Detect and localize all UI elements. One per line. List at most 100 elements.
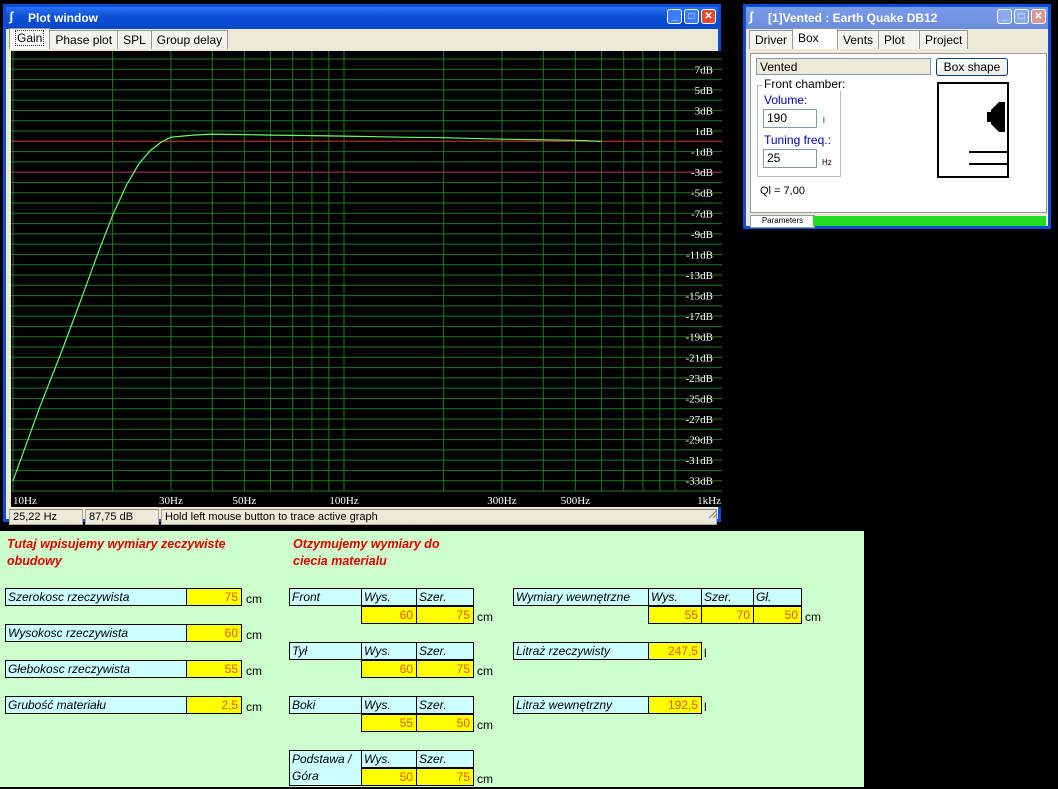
tab-box[interactable]: Box — [792, 28, 838, 49]
y-tick-label: -7dB — [691, 208, 713, 220]
gain-curve — [12, 133, 602, 481]
base-top-label-line-1: Podstawa / — [292, 752, 352, 766]
width-input[interactable]: 75 — [186, 588, 242, 606]
status-level: 87,75 dB — [85, 509, 159, 525]
tab-phase-plot[interactable]: Phase plot — [49, 30, 119, 49]
y-tick-label: -11dB — [686, 249, 713, 261]
minimize-button[interactable]: _ — [997, 9, 1012, 24]
y-tick-label: -23dB — [686, 373, 714, 385]
tuning-freq-input[interactable]: 25 — [763, 149, 817, 168]
back-label: Tył — [289, 642, 362, 660]
tuning-freq-unit: Hz — [822, 158, 832, 167]
y-tick-label: -9dB — [691, 229, 713, 241]
status-bar: 25,22 Hz 87,75 dB Hold left mouse button… — [9, 509, 721, 525]
x-tick-label: 100Hz — [329, 495, 358, 507]
y-tick-label: 7dB — [695, 64, 713, 76]
y-tick-label: -33dB — [686, 476, 714, 488]
maximize-button[interactable]: □ — [1014, 9, 1029, 24]
internal-gl-value: 50 — [753, 606, 802, 624]
base-unit: cm — [477, 772, 493, 786]
internal-dims-label: Wymiary wewnętrzne — [513, 588, 649, 606]
plot-window-title: Plot window — [28, 11, 98, 25]
internal-szer-header: Szer. — [701, 588, 754, 606]
calculation-sheet: Tutaj wpisujemy wymiary zeczywiste obudo… — [0, 531, 864, 787]
y-tick-label: 5dB — [695, 85, 713, 97]
internal-unit: cm — [805, 610, 821, 624]
front-szer-header: Szer. — [416, 588, 474, 606]
y-tick-label: -31dB — [686, 455, 714, 467]
front-chamber-label: Front chamber: — [762, 77, 848, 91]
sides-szer-value: 50 — [416, 714, 474, 732]
box-shape-button[interactable]: Box shape — [936, 58, 1008, 76]
tab-spl[interactable]: SPL — [117, 30, 152, 49]
gain-chart[interactable]: 7dB 5dB 3dB 1dB -1dB -3dB -5dB -7dB -9dB -11dB -13… — [11, 51, 722, 507]
close-button[interactable]: ✕ — [1031, 9, 1046, 24]
tab-project[interactable]: Project — [919, 30, 969, 49]
height-input[interactable]: 60 — [186, 624, 242, 642]
progress-bar — [813, 216, 1046, 226]
tab-vents[interactable]: Vents — [837, 30, 879, 49]
y-tick-label: 3dB — [695, 105, 713, 117]
resize-grip-icon[interactable] — [706, 507, 718, 519]
internal-wys-value: 55 — [648, 606, 702, 624]
thickness-unit: cm — [246, 700, 262, 714]
x-tick-label: 10Hz — [13, 495, 37, 507]
y-tick-label: -3dB — [691, 167, 713, 179]
ql-value: Ql = 7,00 — [760, 185, 805, 197]
y-tick-label: -15dB — [686, 291, 714, 303]
maximize-button[interactable]: □ — [684, 9, 699, 24]
y-tick-label: -1dB — [691, 147, 713, 159]
close-button[interactable]: ✕ — [701, 9, 716, 24]
thickness-input[interactable]: 2,5 — [186, 696, 242, 714]
back-szer-value: 75 — [416, 660, 474, 678]
volume-label: Volume: — [764, 93, 808, 107]
plot-window-titlebar[interactable]: ʃ Plot window _ □ ✕ — [6, 7, 718, 29]
input-heading: Tutaj wpisujemy wymiary zeczywiste obudo… — [7, 536, 226, 570]
back-szer-header: Szer. — [416, 642, 474, 660]
tab-group-delay[interactable]: Group delay — [150, 30, 229, 49]
x-tick-label: 30Hz — [159, 495, 183, 507]
real-volume-value: 247,5 — [648, 642, 702, 660]
height-unit: cm — [246, 628, 262, 642]
sides-wys-value: 55 — [361, 714, 417, 732]
width-unit: cm — [246, 592, 262, 606]
internal-szer-value: 70 — [701, 606, 754, 624]
box-type-field[interactable]: Vented — [756, 58, 931, 75]
y-tick-label: -29dB — [686, 435, 714, 447]
tab-gain[interactable]: Gain — [9, 28, 51, 49]
internal-gl-header: Gł. — [753, 588, 802, 606]
box-panel: Vented Box shape Front chamber: Volume: … — [750, 53, 1047, 213]
front-szer-value: 75 — [416, 606, 474, 624]
y-tick-label: -17dB — [686, 311, 714, 323]
tab-parameters[interactable]: Parameters — [750, 215, 815, 228]
internal-volume-value: 192,5 — [648, 696, 702, 714]
minimize-button[interactable]: _ — [667, 9, 682, 24]
volume-input[interactable]: 190 — [763, 109, 817, 128]
plot-tabs: Gain Phase plot SPL Group delay — [6, 28, 718, 49]
box-shape-icon — [937, 82, 1009, 178]
tab-plot[interactable]: Plot — [878, 30, 920, 49]
internal-volume-label: Litraż wewnętrzny — [513, 696, 649, 714]
base-szer-value: 75 — [416, 768, 474, 786]
back-wys-value: 60 — [361, 660, 417, 678]
x-tick-label: 500Hz — [561, 495, 590, 507]
front-label: Front — [289, 588, 362, 606]
box-window-title: [1]Vented : Earth Quake DB12 — [768, 11, 938, 25]
tab-driver[interactable]: Driver — [749, 30, 793, 49]
back-wys-header: Wys. — [361, 642, 417, 660]
app-icon: ʃ — [9, 9, 14, 24]
real-volume-label: Litraż rzeczywisty — [513, 642, 649, 660]
depth-label: Głebokosc rzeczywista — [5, 660, 187, 678]
tuning-freq-label: Tuning freq.: — [764, 133, 831, 147]
input-heading-line-1: Tutaj wpisujemy wymiary zeczywiste — [7, 537, 226, 551]
output-heading-line-2: ciecia materialu — [293, 554, 387, 568]
y-tick-label: -27dB — [686, 414, 714, 426]
y-tick-label: -13dB — [686, 270, 714, 282]
thickness-label: Grubość materiału — [5, 696, 187, 714]
y-tick-label: -21dB — [686, 352, 714, 364]
depth-input[interactable]: 55 — [186, 660, 242, 678]
box-window-titlebar[interactable]: ʃ [1]Vented : Earth Quake DB12 _ □ ✕ — [746, 7, 1048, 29]
front-unit: cm — [477, 610, 493, 624]
x-tick-label: 50Hz — [232, 495, 256, 507]
base-wys-header: Wys. — [361, 750, 417, 768]
